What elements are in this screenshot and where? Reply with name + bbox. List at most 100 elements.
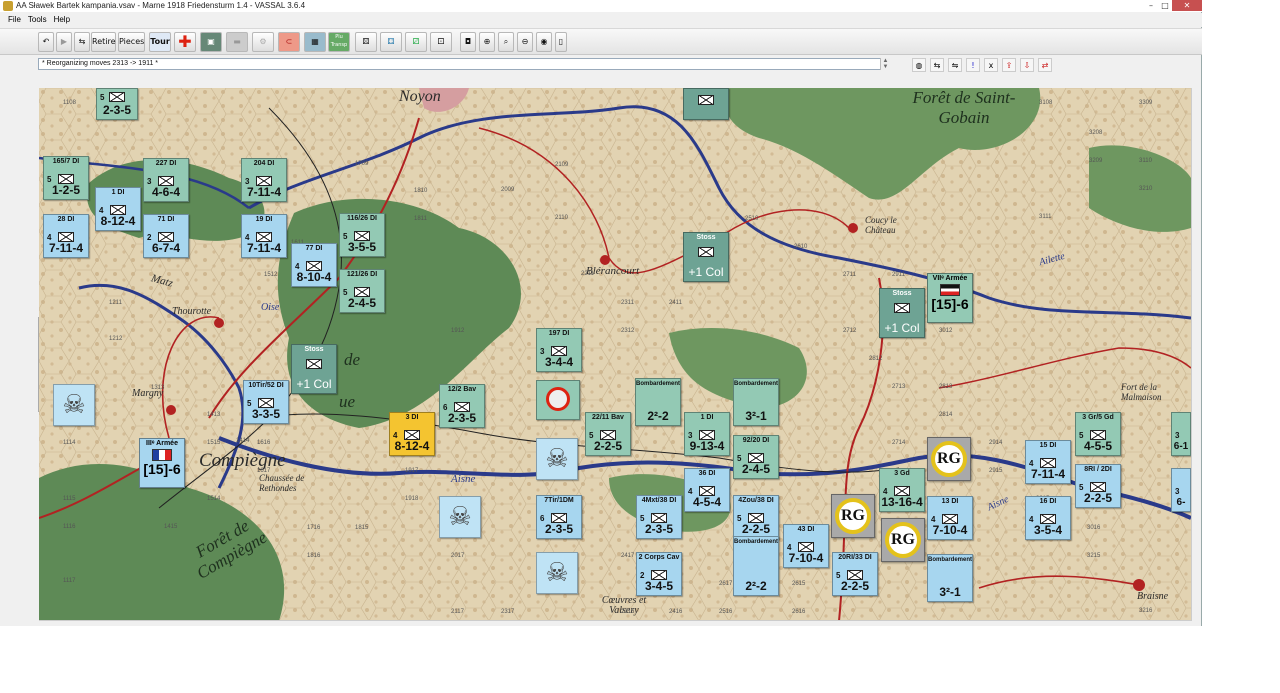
skull-icon[interactable]: ☠	[536, 552, 578, 594]
unit-counter[interactable]: 8RI / 2DI 5 2-2-5	[1075, 464, 1121, 508]
unit-counter[interactable]: 20RI/33 DI 5 2-2-5	[832, 552, 878, 596]
unit-counter[interactable]: 28 DI 4 7-11-4	[43, 214, 89, 258]
unit-counter[interactable]: 77 DI 4 8-10-4	[291, 243, 337, 287]
green-die-icon[interactable]: ⚂	[405, 32, 427, 52]
rg-marker[interactable]: RG	[831, 494, 875, 538]
unit-size: 3	[540, 347, 545, 356]
unit-counter[interactable]: 71 DI 2 6-7-4	[143, 214, 189, 258]
maximize-button[interactable]: □	[1158, 0, 1172, 11]
army-counter-third[interactable]: IIIᵉ Armée [15]-6	[139, 438, 185, 488]
rg-marker[interactable]: RG	[927, 437, 971, 481]
army-counter-seventh[interactable]: VIIᵉ Armée [15]-6	[927, 273, 973, 323]
unit-counter[interactable]: 4Zou/38 DI 5 2-2-5	[733, 495, 779, 539]
pieces-button[interactable]: Pieces	[118, 32, 145, 52]
unit-counter[interactable]: 19 DI 4 7-11-4	[241, 214, 287, 258]
zoom-in-icon[interactable]: ⊕	[479, 32, 495, 52]
unit-counter[interactable]: 22/11 Bav 5 2-2-5	[585, 412, 631, 456]
unit-counter[interactable]: 3 6-	[1171, 468, 1191, 512]
download-icon[interactable]: ⇩	[1020, 58, 1034, 72]
dice-icon[interactable]: ⚄	[355, 32, 377, 52]
upload-icon[interactable]: ⇪	[1002, 58, 1016, 72]
delete-icon[interactable]: x	[984, 58, 998, 72]
unit-counter[interactable]: 92/20 DI 5 2-4-5	[733, 435, 779, 479]
hex-number: 2017	[451, 553, 465, 559]
swap-icon[interactable]: ⇄	[1038, 58, 1052, 72]
skull-icon[interactable]: ☠	[536, 438, 578, 480]
skull-icon[interactable]: ☠	[439, 496, 481, 538]
chat-log[interactable]: * Reorganizing moves 2313 -> 1911 *	[38, 58, 890, 70]
undo-icon[interactable]: ↶	[38, 32, 54, 52]
skull-icon[interactable]: ☠	[53, 384, 95, 426]
close-button[interactable]: ✕	[1172, 0, 1202, 11]
red-cross-icon[interactable]: ✚	[174, 32, 196, 52]
unit-counter[interactable]: 4Mxt/38 DI 5 2-3-5	[636, 495, 682, 539]
supply-marker[interactable]	[536, 380, 580, 420]
paint-icon[interactable]: ◍	[912, 58, 926, 72]
hex-number: 2915	[989, 468, 1003, 474]
army-name: IIIᵉ Armée	[146, 440, 178, 447]
gear-icon[interactable]: ⚙	[252, 32, 274, 52]
unit-counter[interactable]: 5 2-3-5	[96, 88, 138, 120]
zoom-select-icon[interactable]: ⌕	[498, 32, 514, 52]
unit-counter[interactable]: 121/26 DI 5 2-4-5	[339, 269, 385, 313]
unit-counter[interactable]: 3 6-1	[1171, 412, 1191, 456]
phone-icon[interactable]: ▯	[555, 32, 567, 52]
menu-help[interactable]: Help	[54, 13, 70, 27]
step-icon[interactable]: ▶	[56, 32, 72, 52]
map-icon[interactable]: ▦	[304, 32, 326, 52]
hex-number: 2417	[621, 553, 635, 559]
retire-icon[interactable]: ⇆	[74, 32, 90, 52]
unit-counter[interactable]: 3 DI 4 8-12-4	[389, 412, 435, 456]
chat-scrollbar[interactable]: ▲ ▼	[880, 58, 890, 70]
map-horizontal-scrollbar[interactable]	[39, 620, 1191, 626]
unit-counter[interactable]: 12/2 Bav 6 2-3-5	[439, 384, 485, 428]
camera-icon[interactable]: ◘	[460, 32, 476, 52]
bombardement-marker[interactable]: Bombardement 2²-2	[635, 378, 681, 426]
retire-button[interactable]: Retire	[91, 32, 116, 52]
unit-stats: 8-12-4	[394, 439, 430, 453]
unit-counter[interactable]: 13 DI 4 7-10-4	[927, 496, 973, 540]
unit-counter[interactable]: 227 DI 3 4-6-4	[143, 158, 189, 202]
map-vertical-scrollbar[interactable]	[1191, 88, 1201, 621]
mark-moved-icon[interactable]: ⇋	[948, 58, 962, 72]
unit-counter[interactable]: 43 DI 4 7-10-4	[783, 524, 829, 568]
unit-counter[interactable]: 197 DI 3 3-4-4	[536, 328, 582, 372]
magnet-icon[interactable]: ⊂	[278, 32, 300, 52]
stoss-marker[interactable]: Stoss +1 Col	[291, 344, 337, 394]
stoss-marker[interactable]	[683, 88, 729, 120]
stoss-marker[interactable]: Stoss +1 Col	[683, 232, 729, 282]
rg-marker[interactable]: RG	[881, 518, 925, 562]
menu-file[interactable]: File	[8, 13, 21, 27]
blue-die-icon[interactable]: ⚃	[380, 32, 402, 52]
minimize-button[interactable]: –	[1144, 0, 1158, 11]
info-icon[interactable]: !	[966, 58, 980, 72]
unit-counter[interactable]: 1 DI 4 8-12-4	[95, 187, 141, 231]
unit-counter[interactable]: 15 DI 4 7-11-4	[1025, 440, 1071, 484]
unit-counter[interactable]: 36 DI 4 4-5-4	[684, 468, 730, 512]
bombardement-marker[interactable]: Bombardement 3²-1	[927, 554, 973, 602]
unit-counter[interactable]: 3 Gr/5 Gd 5 4-5-5	[1075, 412, 1121, 456]
unit-counter[interactable]: 2 Corps Cav 2 3-4-5	[636, 552, 682, 596]
unit-counter[interactable]: 3 Gd 4 13-16-4	[879, 468, 925, 512]
stoss-marker[interactable]: Stoss +1 Col	[879, 288, 925, 338]
tank-icon[interactable]: ▣	[200, 32, 222, 52]
tour-button[interactable]: Tour	[149, 32, 171, 52]
unit-counter[interactable]: 165/7 DI 5 1-2-5	[43, 156, 89, 200]
zoom-out-icon[interactable]: ⊖	[517, 32, 533, 52]
unit-counter[interactable]: 16 DI 4 3-5-4	[1025, 496, 1071, 540]
plus-transport-button[interactable]: Plu Transp	[328, 32, 350, 52]
bombardement-marker[interactable]: Bombardement 3²-1	[733, 378, 779, 426]
unit-counter[interactable]: 10Tir/52 DI 5 3-3-5	[243, 380, 289, 424]
unit-counter[interactable]: 204 DI 3 7-11-4	[241, 158, 287, 202]
unit-counter[interactable]: 7Tir/1DM 6 2-3-5	[536, 495, 582, 539]
bombardement-marker[interactable]: Bombardement 2²-2	[733, 536, 779, 596]
hex-number: 1414	[236, 438, 250, 444]
game-map[interactable]: Noyon Forêt de Saint-Gobain Coucy le Châ…	[39, 88, 1191, 621]
unit-counter[interactable]: 1 DI 3 9-13-4	[684, 412, 730, 456]
globe-icon[interactable]: ◉	[536, 32, 552, 52]
arrows-icon[interactable]: ⇆	[930, 58, 944, 72]
white-die-icon[interactable]: ⚀	[430, 32, 452, 52]
artillery-icon[interactable]: ▬	[226, 32, 248, 52]
menu-tools[interactable]: Tools	[28, 13, 47, 27]
unit-counter[interactable]: 116/26 DI 5 3-5-5	[339, 213, 385, 257]
